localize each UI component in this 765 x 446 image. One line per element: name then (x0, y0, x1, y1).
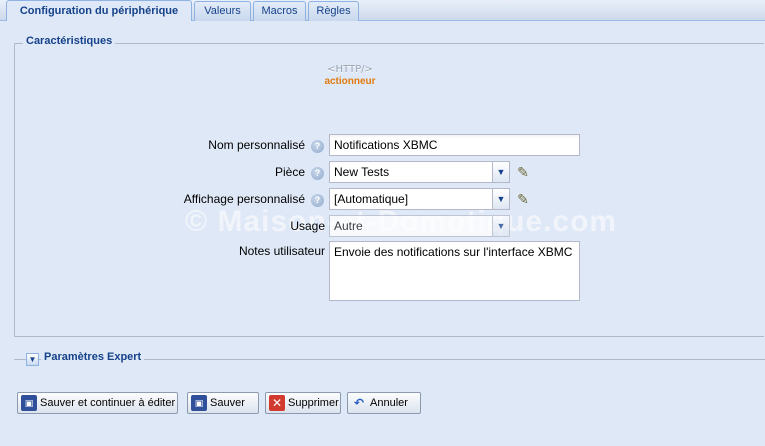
floppy-disk-icon: ▣ (191, 395, 207, 411)
tab-device-configuration[interactable]: Configuration du périphérique (6, 0, 192, 22)
chevron-down-icon[interactable]: ▼ (26, 353, 39, 366)
room-label: Pièce (274, 165, 305, 179)
chevron-down-icon[interactable]: ▼ (492, 162, 509, 182)
save-button[interactable]: ▣ Sauver (187, 392, 259, 414)
logo-subtitle: actionneur (324, 76, 376, 87)
help-icon[interactable]: ? (311, 140, 324, 153)
save-and-continue-label: Sauver et continuer à éditer (40, 397, 176, 409)
device-logo: <HTTP/> actionneur (318, 64, 382, 87)
name-label: Nom personnalisé (208, 138, 305, 152)
usage-label: Usage (290, 219, 325, 233)
usage-value: Autre (334, 219, 363, 233)
delete-button[interactable]: ✕ Supprimer (265, 392, 341, 414)
help-icon[interactable]: ? (311, 194, 324, 207)
display-value: [Automatique] (334, 192, 409, 206)
cancel-label: Annuler (370, 397, 408, 409)
pencil-icon[interactable]: ✎ (515, 164, 531, 180)
notes-label: Notes utilisateur (238, 244, 325, 258)
display-select[interactable]: [Automatique] ▼ (329, 188, 510, 210)
floppy-disk-icon: ▣ (21, 395, 37, 411)
room-select[interactable]: New Tests ▼ (329, 161, 510, 183)
undo-icon: ↶ (353, 396, 365, 410)
characteristics-legend: Caractéristiques (23, 35, 116, 47)
tab-rules[interactable]: Règles (308, 1, 359, 21)
room-value: New Tests (334, 165, 390, 179)
display-label: Affichage personnalisé (183, 192, 305, 206)
tab-macros[interactable]: Macros (253, 1, 306, 21)
notes-textarea[interactable]: Envoie des notifications sur l'interface… (329, 241, 580, 301)
chevron-down-icon[interactable]: ▼ (492, 189, 509, 209)
delete-label: Supprimer (288, 397, 339, 409)
help-icon[interactable]: ? (311, 167, 324, 180)
expert-settings-toggle[interactable]: Paramètres Expert (41, 351, 145, 363)
save-label: Sauver (210, 397, 245, 409)
cancel-button[interactable]: ↶ Annuler (347, 392, 421, 414)
save-and-continue-button[interactable]: ▣ Sauver et continuer à éditer (17, 392, 178, 414)
http-logo-text: <HTTP/> (327, 64, 373, 75)
name-field[interactable]: Notifications XBMC (329, 134, 580, 156)
delete-icon: ✕ (269, 395, 285, 411)
tab-strip: Configuration du périphérique Valeurs Ma… (0, 0, 765, 22)
usage-select[interactable]: Autre ▼ (329, 215, 510, 237)
chevron-down-icon[interactable]: ▼ (492, 216, 509, 236)
pencil-icon[interactable]: ✎ (515, 191, 531, 207)
tab-values[interactable]: Valeurs (194, 1, 251, 21)
